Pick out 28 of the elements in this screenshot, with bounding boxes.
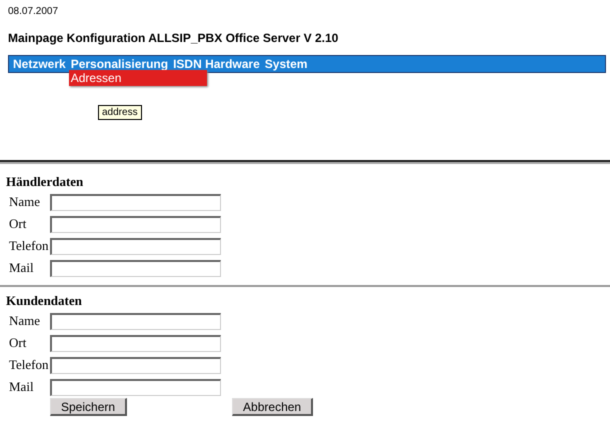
page-title: Mainpage Konfiguration ALLSIP_PBX Office Server V 2.10 bbox=[8, 31, 340, 45]
input-field[interactable] bbox=[50, 238, 221, 254]
field-label: Name bbox=[9, 313, 42, 329]
form-button[interactable]: Abbrechen bbox=[232, 398, 314, 416]
menu-item[interactable]: ISDN Hardware bbox=[173, 57, 260, 71]
field-label: Telefon bbox=[9, 357, 50, 373]
field-label: Ort bbox=[9, 335, 28, 351]
section-heading: Kundendaten bbox=[6, 293, 83, 309]
field-label: Mail bbox=[9, 260, 35, 276]
tooltip: address bbox=[98, 105, 142, 120]
dropdown-item[interactable]: Adressen bbox=[68, 70, 207, 86]
input-field[interactable] bbox=[50, 356, 221, 374]
form-button[interactable]: Speichern bbox=[50, 398, 128, 416]
menu-item[interactable]: System bbox=[264, 57, 308, 71]
menu-item[interactable]: Netzwerk bbox=[13, 57, 66, 71]
input-field[interactable] bbox=[50, 378, 221, 396]
input-field[interactable] bbox=[50, 194, 221, 210]
input-field[interactable] bbox=[50, 260, 221, 276]
field-label: Telefon bbox=[9, 238, 50, 254]
date-text: 08.07.2007 bbox=[8, 6, 60, 17]
input-field[interactable] bbox=[50, 334, 221, 352]
input-field[interactable] bbox=[50, 216, 221, 232]
field-label: Name bbox=[9, 194, 42, 210]
field-label: Ort bbox=[9, 216, 28, 232]
menu-item[interactable]: Personalisierung bbox=[70, 57, 168, 71]
section-heading: Händlerdaten bbox=[6, 174, 84, 190]
input-field[interactable] bbox=[50, 312, 221, 330]
field-label: Mail bbox=[9, 379, 35, 395]
